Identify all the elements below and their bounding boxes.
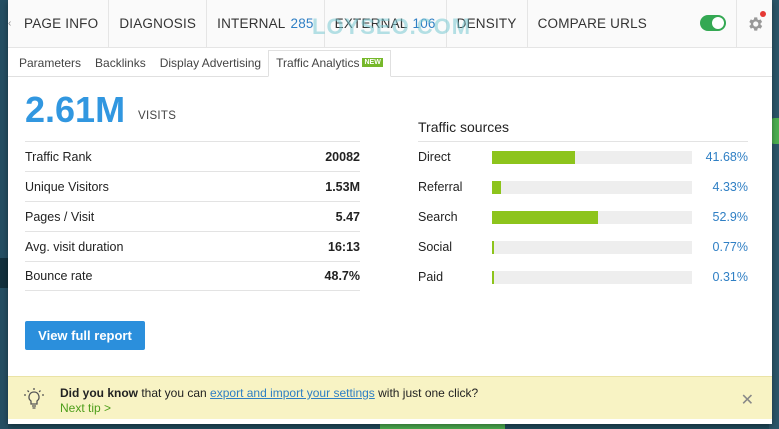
close-icon[interactable]: ✕	[741, 390, 754, 410]
source-bar-fill	[492, 180, 501, 194]
subtab-display-advertising[interactable]: Display Advertising	[153, 56, 268, 76]
tab-label: PAGE INFO	[24, 16, 99, 31]
subtab-backlinks[interactable]: Backlinks	[88, 56, 153, 76]
tab-external[interactable]: EXTERNAL 106	[325, 0, 447, 47]
background-page-element	[0, 258, 8, 288]
enable-toggle[interactable]	[700, 15, 726, 31]
new-badge: NEW	[362, 58, 383, 67]
stat-label: Bounce rate	[25, 269, 93, 283]
traffic-sources-title: Traffic sources	[418, 119, 510, 135]
subtab-label: Backlinks	[95, 56, 146, 70]
subtab-label: Parameters	[19, 56, 82, 70]
source-name: Social	[418, 240, 453, 254]
source-name: Referral	[418, 180, 463, 194]
stat-row: Traffic Rank 20082	[25, 141, 360, 171]
stat-value: 5.47	[335, 209, 360, 224]
source-percent: 52.9%	[712, 210, 748, 224]
export-import-settings-link[interactable]: export and import your settings	[210, 386, 375, 400]
tip-text-part: that you can	[138, 386, 211, 400]
source-bar	[492, 210, 692, 224]
tab-density[interactable]: DENSITY	[447, 0, 528, 47]
tab-label: INTERNAL	[217, 16, 286, 31]
lightbulb-icon	[24, 388, 44, 409]
source-row: Direct 41.68%	[418, 142, 748, 172]
stat-row: Avg. visit duration 16:13	[25, 231, 360, 261]
visits-label: VISITS	[138, 110, 177, 122]
source-row: Paid 0.31%	[418, 262, 748, 292]
notification-dot	[760, 11, 766, 17]
tip-bold: Did you know	[60, 386, 138, 400]
seo-popup: ‹ PAGE INFO DIAGNOSIS INTERNAL 285 EXTERN…	[8, 0, 772, 424]
tab-label: DIAGNOSIS	[119, 16, 197, 31]
background-page-green-tab	[771, 118, 779, 144]
gear-icon	[748, 16, 762, 31]
tab-internal[interactable]: INTERNAL 285	[207, 0, 325, 47]
source-percent: 4.33%	[712, 180, 748, 194]
source-row: Referral 4.33%	[418, 172, 748, 202]
source-name: Paid	[418, 270, 444, 284]
source-bar	[492, 270, 692, 284]
tab-diagnosis[interactable]: DIAGNOSIS	[109, 0, 208, 47]
source-percent: 41.68%	[705, 150, 748, 164]
subtab-label: Traffic Analytics	[276, 56, 360, 70]
stat-label: Avg. visit duration	[25, 239, 124, 254]
visits-value: 2.61M	[25, 89, 126, 130]
source-bar-fill	[492, 150, 576, 164]
tip-bar: Did you know that you can export and imp…	[8, 376, 772, 419]
stat-label: Unique Visitors	[25, 179, 109, 194]
subtab-label: Display Advertising	[159, 56, 262, 70]
source-name: Search	[418, 210, 458, 224]
stats-table: Traffic Rank 20082 Unique Visitors 1.53M P…	[25, 141, 360, 291]
stat-value: 20082	[325, 149, 360, 164]
sub-tabs: Parameters Backlinks Display Advertising…	[8, 50, 772, 77]
source-percent: 0.31%	[712, 270, 748, 284]
traffic-sources-list: Direct 41.68% Referral 4.33% Search 52.9% S…	[418, 141, 748, 292]
source-bar	[492, 150, 692, 164]
tip-text: Did you know that you can export and imp…	[60, 386, 478, 400]
source-row: Social 0.77%	[418, 232, 748, 262]
source-bar-fill	[492, 270, 494, 284]
traffic-analytics-panel: 2.61M VISITS Traffic Rank 20082 Unique Vi…	[8, 77, 772, 377]
stat-label: Pages / Visit	[25, 209, 95, 224]
tab-count: 106	[412, 16, 436, 31]
tab-page-info[interactable]: PAGE INFO	[14, 0, 110, 47]
source-bar-fill	[492, 240, 494, 254]
background-page-left	[0, 0, 8, 429]
source-name: Direct	[418, 150, 451, 164]
stat-row: Unique Visitors 1.53M	[25, 171, 360, 201]
stat-value: 48.7%	[324, 269, 360, 283]
source-row: Search 52.9%	[418, 202, 748, 232]
stat-row: Bounce rate 48.7%	[25, 261, 360, 291]
stat-label: Traffic Rank	[25, 149, 92, 164]
stat-value: 16:13	[328, 239, 360, 254]
stat-value: 1.53M	[325, 179, 360, 194]
tab-label: EXTERNAL	[334, 16, 408, 31]
subtab-parameters[interactable]: Parameters	[12, 56, 88, 76]
source-bar-fill	[492, 210, 598, 224]
stat-row: Pages / Visit 5.47	[25, 201, 360, 231]
top-nav: ‹ PAGE INFO DIAGNOSIS INTERNAL 285 EXTERN…	[8, 0, 772, 48]
source-bar	[492, 240, 692, 254]
subtab-traffic-analytics[interactable]: Traffic Analytics NEW	[268, 50, 391, 77]
tip-text-part: with just one click?	[374, 386, 479, 400]
source-bar	[492, 180, 692, 194]
settings-button[interactable]	[736, 0, 772, 47]
tab-count: 285	[290, 16, 314, 31]
tab-label: DENSITY	[456, 16, 517, 31]
next-tip-link[interactable]: Next tip >	[60, 401, 111, 415]
tab-compare-urls[interactable]: COMPARE URLS	[528, 0, 657, 47]
source-percent: 0.77%	[712, 240, 748, 254]
view-full-report-button[interactable]: View full report	[25, 321, 145, 350]
tab-label: COMPARE URLS	[537, 16, 647, 31]
